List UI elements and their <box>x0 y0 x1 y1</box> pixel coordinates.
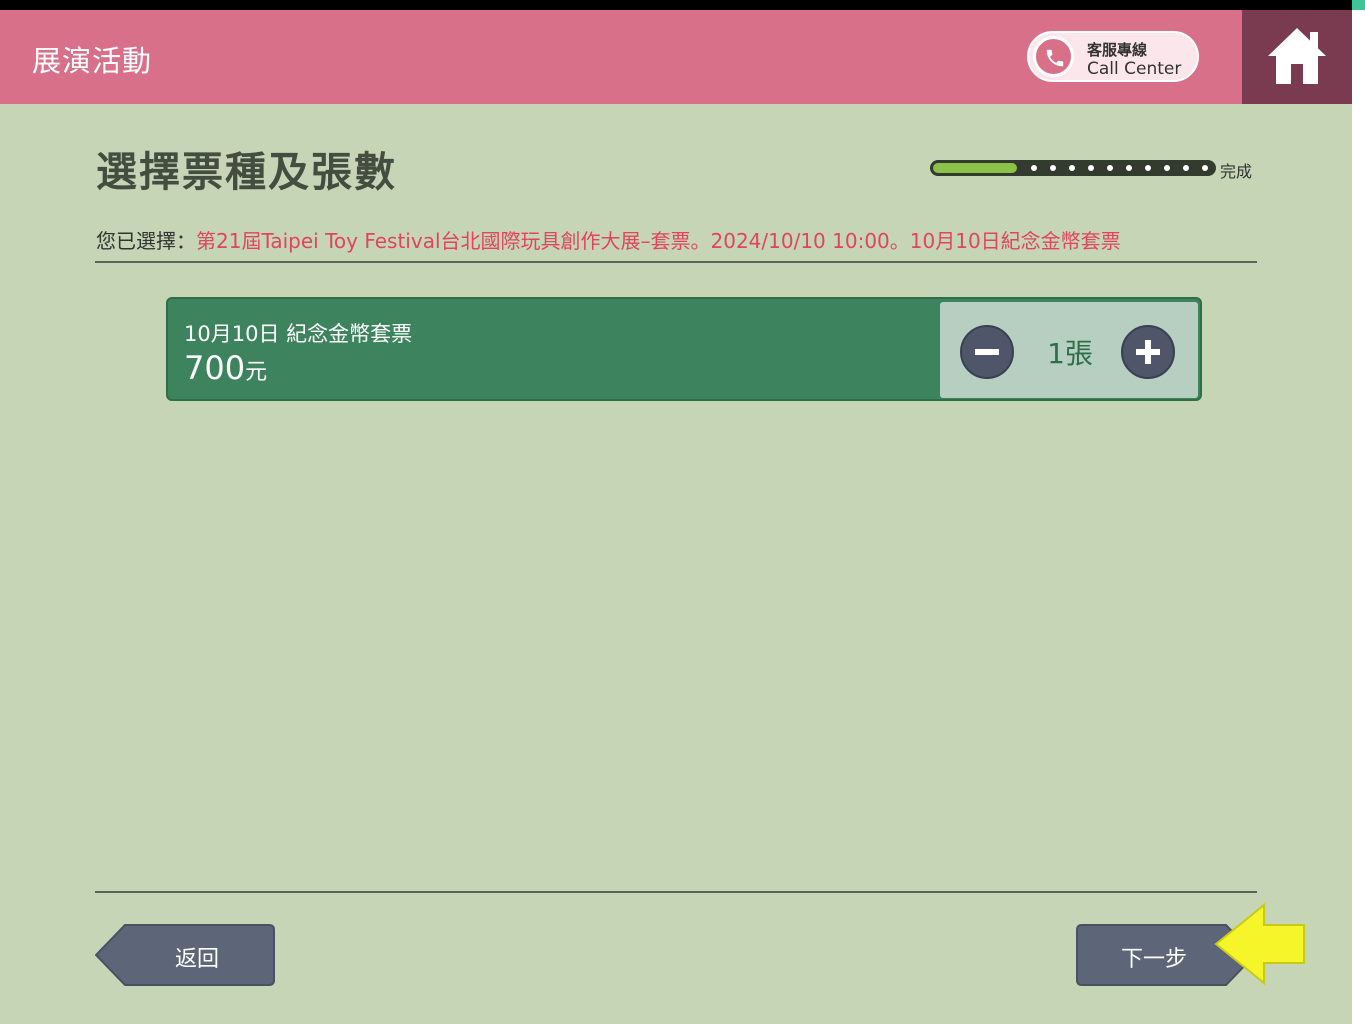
progress-step-dot <box>1202 165 1208 171</box>
home-button[interactable] <box>1242 10 1352 104</box>
progress-complete-label: 完成 <box>1220 162 1253 181</box>
next-button-label: 下一步 <box>1121 947 1188 972</box>
increase-quantity-button[interactable] <box>1121 325 1175 379</box>
quantity-stepper: 1張 <box>940 302 1198 398</box>
phone-icon <box>1033 36 1074 77</box>
divider <box>95 261 1257 263</box>
progress-step-dot <box>1107 165 1113 171</box>
decrease-quantity-button[interactable] <box>960 325 1014 379</box>
back-button-label: 返回 <box>175 947 220 972</box>
progress-step-dot <box>1031 165 1037 171</box>
plus-icon <box>1136 340 1160 364</box>
screen-edge <box>1352 0 1365 1024</box>
progress-step-dot <box>1050 165 1056 171</box>
header-title: 展演活動 <box>32 44 153 78</box>
progress-step-dot <box>1164 165 1170 171</box>
call-center-button[interactable]: 客服專線 Call Center <box>1027 31 1199 82</box>
ticket-price-unit: 元 <box>245 360 268 385</box>
progress-step-dot <box>1145 165 1151 171</box>
back-button[interactable]: 返回 <box>95 924 275 986</box>
pointer-arrow-icon <box>1214 903 1305 985</box>
progress-fill <box>933 163 1017 173</box>
progress-step-dot <box>1088 165 1094 171</box>
kiosk-screen: 展演活動 客服專線 Call Center 選擇票種及張數 完成 您已選擇：第2… <box>0 10 1352 1024</box>
ticket-row: 10月10日 紀念金幣套票 700元 1張 <box>166 297 1202 401</box>
selection-summary: 您已選擇：第21屆Taipei Toy Festival台北國際玩具創作大展–套… <box>96 225 1121 254</box>
page-title: 選擇票種及張數 <box>96 148 397 196</box>
edge-accent <box>1352 0 1365 10</box>
home-icon <box>1268 28 1326 84</box>
ticket-price: 700元 <box>184 349 267 387</box>
header-bar: 展演活動 客服專線 Call Center <box>0 10 1242 104</box>
call-center-label-en: Call Center <box>1087 59 1182 79</box>
progress-step-dot <box>1126 165 1132 171</box>
progress-step-dot <box>1069 165 1075 171</box>
selection-value: 第21屆Taipei Toy Festival台北國際玩具創作大展–套票。202… <box>196 229 1121 253</box>
minus-icon <box>975 349 999 355</box>
progress-step-dot <box>1183 165 1189 171</box>
ticket-price-value: 700 <box>184 349 246 387</box>
divider <box>95 891 1257 893</box>
selection-prefix: 您已選擇： <box>96 229 196 253</box>
call-center-label-zh: 客服專線 <box>1087 41 1148 59</box>
ticket-name: 10月10日 紀念金幣套票 <box>184 322 413 346</box>
progress-bar <box>930 160 1216 176</box>
quantity-value: 1張 <box>1047 337 1093 370</box>
